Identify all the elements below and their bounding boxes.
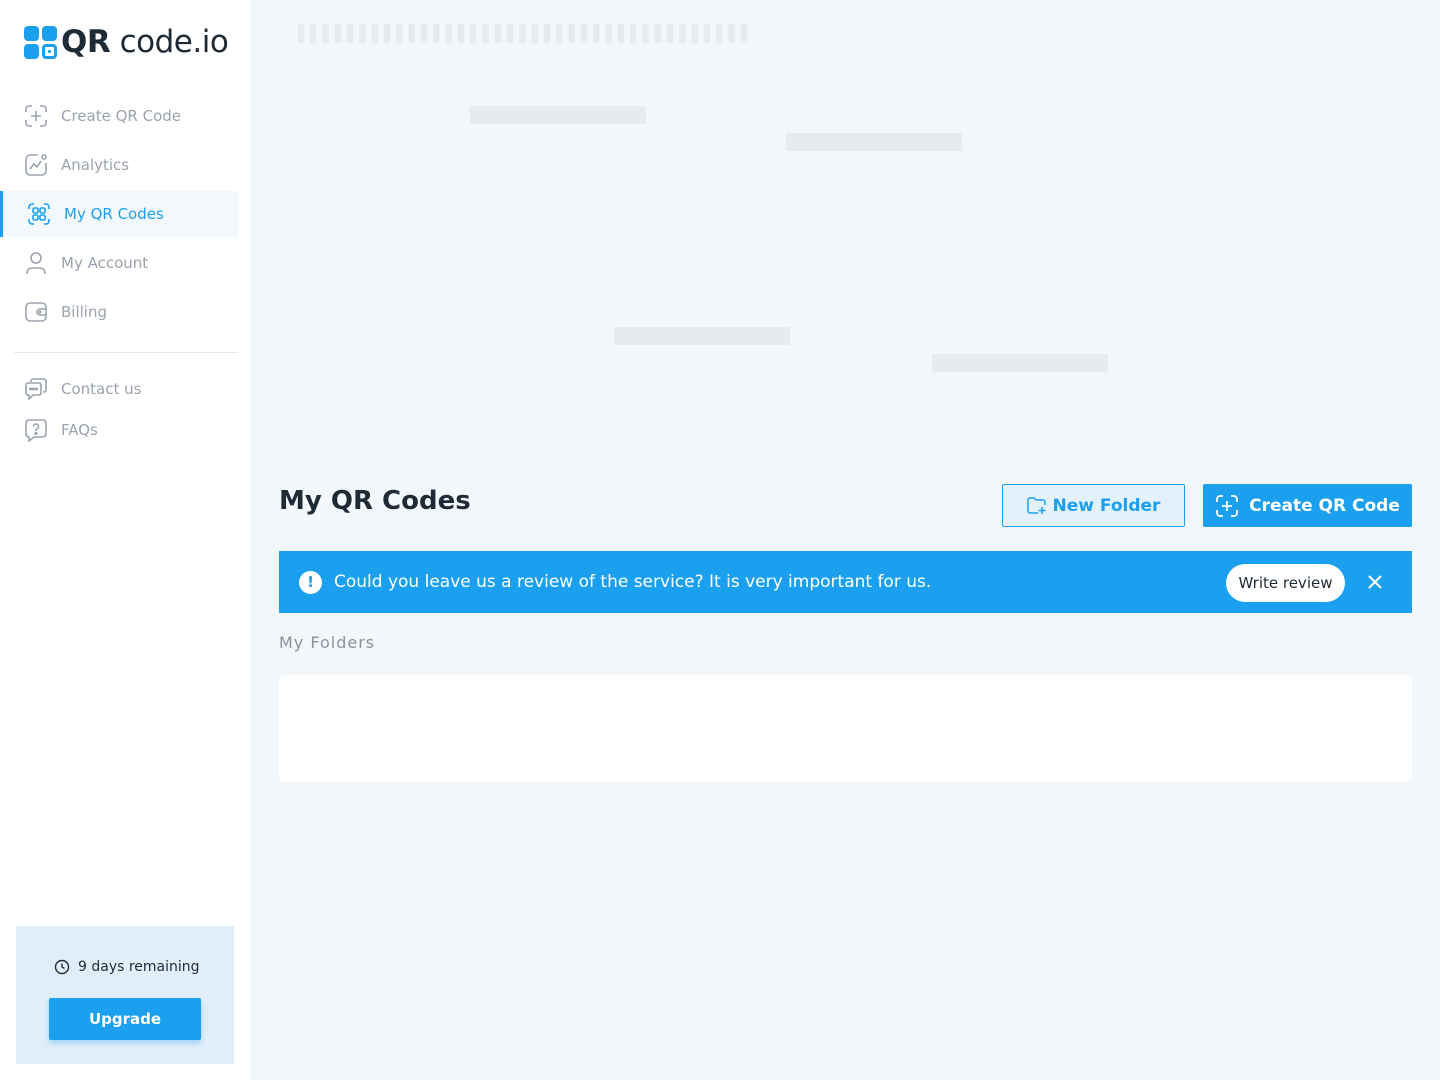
sidebar-item-label: My QR Codes bbox=[64, 205, 164, 223]
sidebar-item-label: My Account bbox=[61, 254, 149, 272]
sidebar-nav: Create QR Code Analytics My QR Codes My … bbox=[0, 93, 250, 338]
wallet-icon bbox=[24, 300, 48, 324]
write-review-button[interactable]: Write review bbox=[1226, 564, 1345, 602]
trial-remaining-text: 9 days remaining bbox=[78, 959, 200, 975]
create-qr-code-label: Create QR Code bbox=[1249, 495, 1400, 516]
review-message: Could you leave us a review of the servi… bbox=[334, 572, 932, 592]
upgrade-button[interactable]: Upgrade bbox=[49, 998, 201, 1040]
logo[interactable]: QR code.io bbox=[24, 24, 229, 60]
sidebar: QR code.io Create QR Code Analytics My Q… bbox=[0, 0, 250, 1080]
trial-remaining: 9 days remaining bbox=[54, 959, 200, 975]
qr-grid-icon bbox=[27, 202, 51, 226]
folders-panel bbox=[279, 675, 1412, 782]
sidebar-item-my-qr-codes[interactable]: My QR Codes bbox=[0, 191, 238, 237]
page-title: My QR Codes bbox=[279, 486, 471, 516]
sidebar-divider bbox=[14, 352, 238, 353]
sidebar-item-create-qr-code[interactable]: Create QR Code bbox=[0, 93, 250, 139]
new-folder-label: New Folder bbox=[1052, 495, 1161, 516]
user-icon bbox=[24, 251, 48, 275]
question-icon bbox=[24, 418, 48, 442]
sidebar-secondary-nav: Contact us FAQs bbox=[0, 370, 250, 452]
sidebar-item-label: FAQs bbox=[61, 421, 98, 439]
alert-icon: ! bbox=[299, 570, 322, 594]
sidebar-item-analytics[interactable]: Analytics bbox=[0, 142, 250, 188]
sidebar-item-contact-us[interactable]: Contact us bbox=[0, 370, 250, 408]
logo-icon bbox=[24, 25, 57, 59]
sidebar-item-label: Create QR Code bbox=[61, 107, 182, 125]
folders-heading: My Folders bbox=[279, 633, 376, 652]
close-icon[interactable] bbox=[1363, 570, 1387, 594]
chat-icon bbox=[24, 377, 48, 401]
sidebar-item-label: Contact us bbox=[61, 380, 142, 398]
chart-icon bbox=[24, 153, 48, 177]
clock-icon bbox=[54, 959, 70, 975]
trial-box: 9 days remaining Upgrade bbox=[16, 926, 234, 1064]
sidebar-item-faqs[interactable]: FAQs bbox=[0, 411, 250, 449]
create-qr-code-button[interactable]: Create QR Code bbox=[1203, 484, 1412, 527]
new-folder-button[interactable]: New Folder bbox=[1002, 484, 1185, 527]
sidebar-item-label: Billing bbox=[61, 303, 107, 321]
sidebar-item-my-account[interactable]: My Account bbox=[0, 240, 250, 286]
plus-square-icon bbox=[1215, 494, 1239, 518]
sidebar-item-label: Analytics bbox=[61, 156, 130, 174]
review-banner: ! Could you leave us a review of the ser… bbox=[279, 551, 1412, 613]
sidebar-item-billing[interactable]: Billing bbox=[0, 289, 250, 335]
folder-plus-icon bbox=[1026, 496, 1047, 515]
plus-square-icon bbox=[24, 104, 48, 128]
logo-text: QR code.io bbox=[61, 24, 229, 60]
